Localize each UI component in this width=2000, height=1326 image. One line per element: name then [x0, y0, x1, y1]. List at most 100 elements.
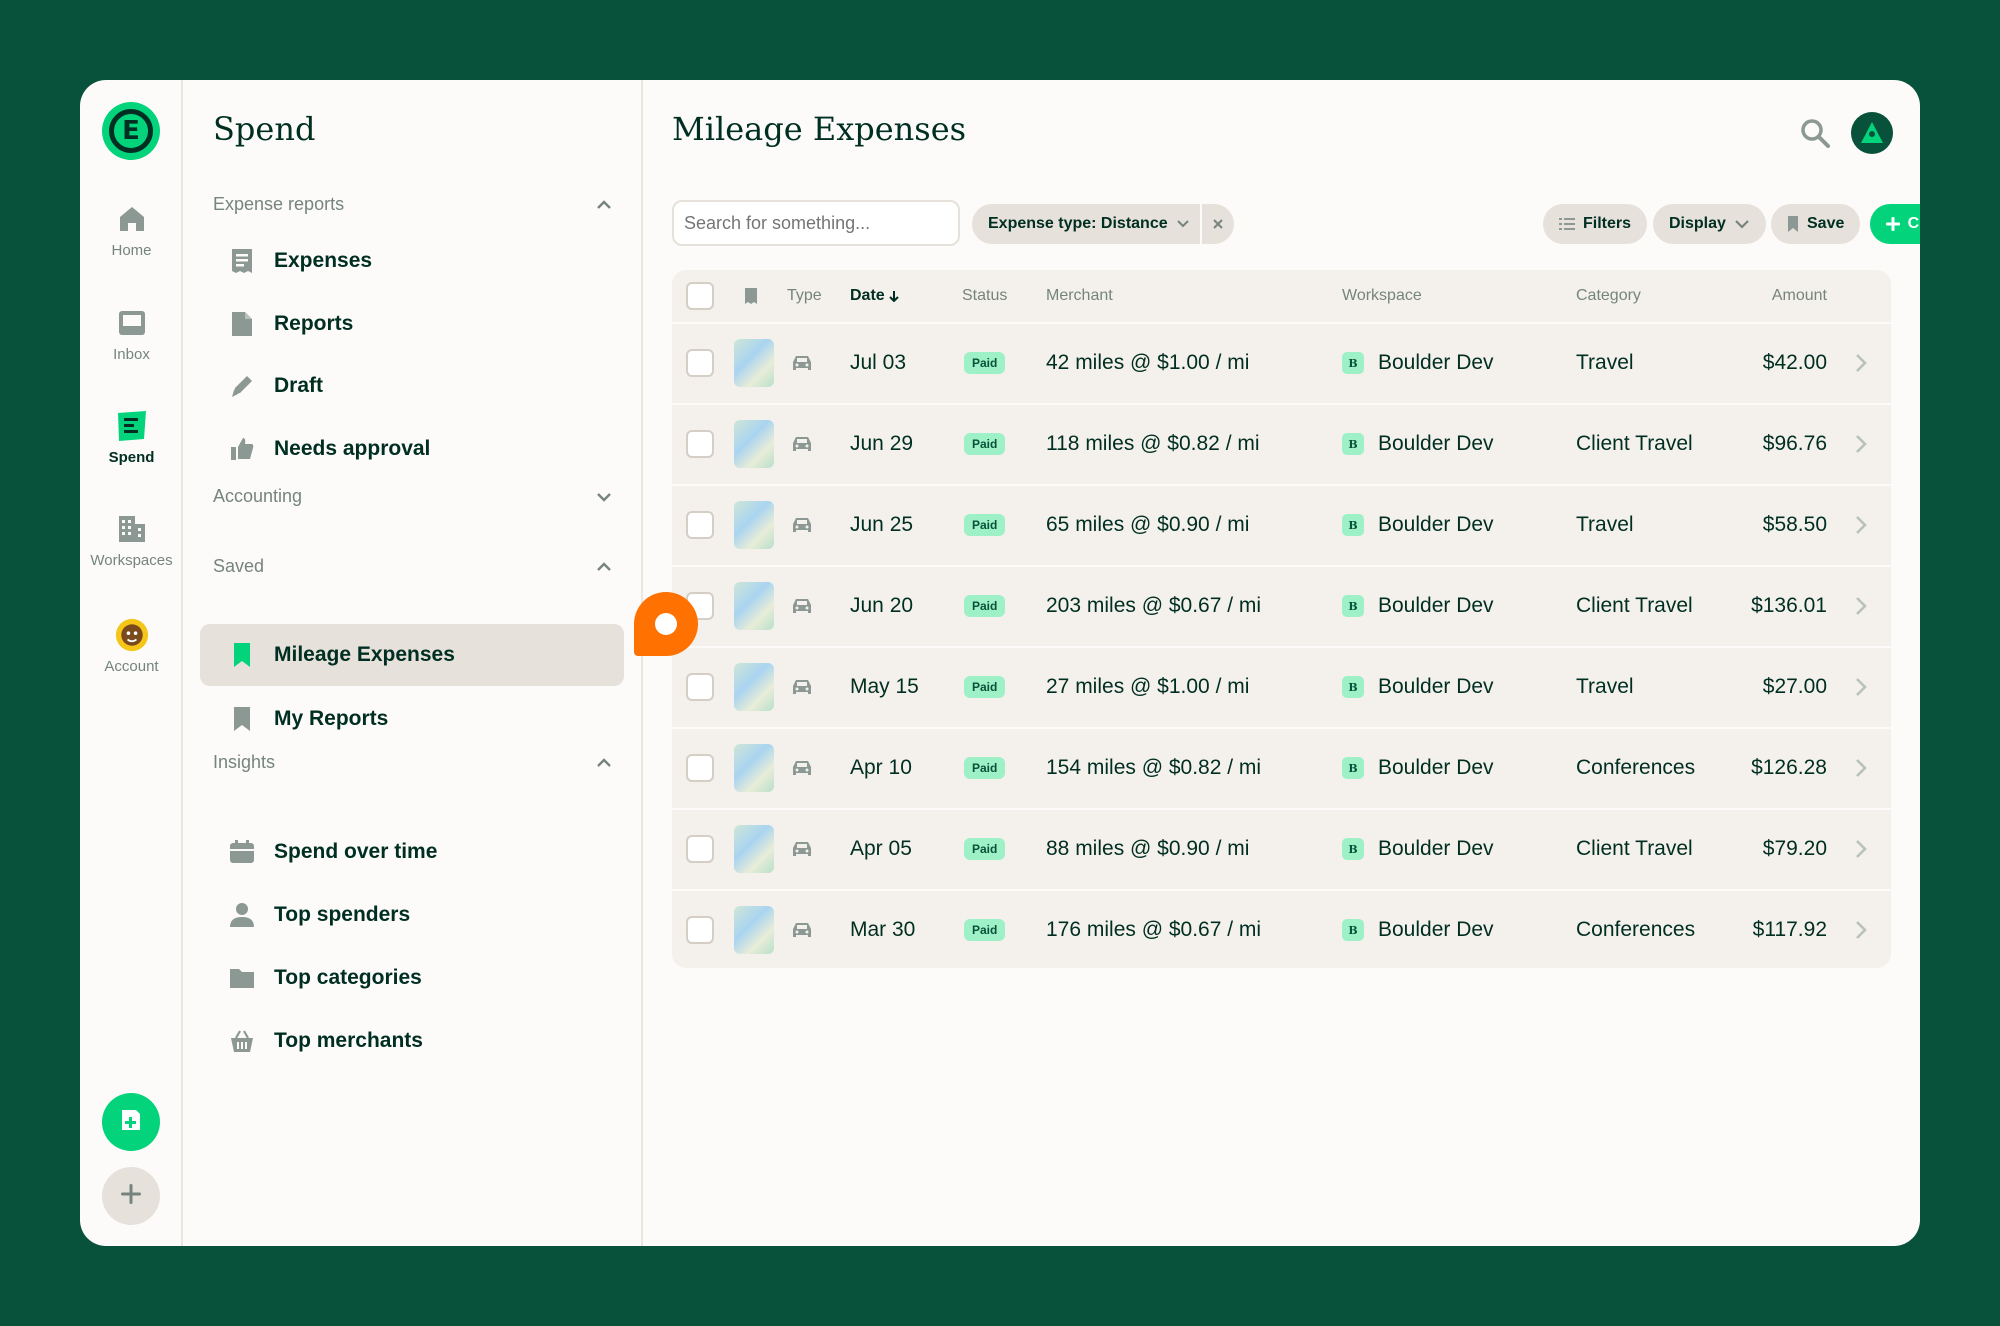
column-type[interactable]: Type: [787, 270, 822, 322]
table-row[interactable]: Jul 03 Paid 42 miles @ $1.00 / mi B Boul…: [672, 322, 1891, 402]
chevron-right-icon[interactable]: [1855, 324, 1867, 402]
search-icon[interactable]: [1798, 116, 1832, 150]
column-workspace[interactable]: Workspace: [1342, 270, 1422, 322]
map-thumbnail: [734, 663, 774, 711]
section-accounting[interactable]: Accounting: [213, 486, 613, 507]
table-row[interactable]: Jun 29 Paid 118 miles @ $0.82 / mi B Bou…: [672, 403, 1891, 483]
chevron-right-icon[interactable]: [1855, 891, 1867, 969]
section-insights[interactable]: Insights: [213, 752, 613, 773]
status-badge: Paid: [964, 352, 1006, 374]
row-amount: $117.92: [1752, 918, 1827, 941]
chevron-right-icon[interactable]: [1855, 648, 1867, 726]
row-merchant: 65 miles @ $0.90 / mi: [1046, 513, 1250, 536]
row-merchant: 88 miles @ $0.90 / mi: [1046, 837, 1250, 860]
chevron-right-icon[interactable]: [1855, 729, 1867, 807]
expensify-logo-icon[interactable]: E: [102, 102, 160, 160]
workspace-icon: B: [1342, 757, 1364, 779]
search-input[interactable]: [672, 200, 960, 246]
chevron-right-icon[interactable]: [1855, 486, 1867, 564]
pencil-icon: [228, 372, 256, 400]
map-thumbnail: [734, 582, 774, 630]
row-checkbox[interactable]: [686, 349, 714, 377]
rail-label-spend: Spend: [108, 449, 155, 466]
expenses-table: Type Date Status Merchant Workspace Cate…: [672, 270, 1891, 968]
row-checkbox[interactable]: [686, 916, 714, 944]
sidebar-item-label: Spend over time: [274, 840, 438, 863]
row-workspace: Boulder Dev: [1378, 594, 1494, 617]
sidebar-item-draft[interactable]: Draft: [200, 355, 624, 417]
user-avatar[interactable]: [1851, 112, 1893, 154]
sidebar-item-mileage-expenses[interactable]: Mileage Expenses: [200, 624, 624, 686]
table-row[interactable]: Mar 30 Paid 176 miles @ $0.67 / mi B Bou…: [672, 889, 1891, 969]
sidebar-item-needs-approval[interactable]: Needs approval: [200, 418, 624, 480]
receipt-icon: [115, 409, 149, 443]
chevron-right-icon[interactable]: [1855, 810, 1867, 888]
section-label: Insights: [213, 752, 276, 772]
create-button[interactable]: Create: [1870, 204, 1920, 244]
sidebar-item-label: Mileage Expenses: [274, 643, 455, 666]
chevron-right-icon[interactable]: [1855, 567, 1867, 645]
row-checkbox[interactable]: [686, 754, 714, 782]
row-checkbox[interactable]: [686, 835, 714, 863]
column-category[interactable]: Category: [1576, 270, 1641, 322]
row-workspace: Boulder Dev: [1378, 918, 1494, 941]
new-expense-button[interactable]: [102, 1093, 160, 1151]
rail-item-home[interactable]: Home: [80, 202, 183, 259]
row-checkbox[interactable]: [686, 673, 714, 701]
column-amount[interactable]: Amount: [1772, 270, 1827, 322]
map-thumbnail: [734, 906, 774, 954]
row-checkbox[interactable]: [686, 430, 714, 458]
rail-label-inbox: Inbox: [113, 346, 150, 363]
row-date: Jun 20: [850, 594, 914, 617]
car-icon: [790, 810, 814, 888]
column-date[interactable]: Date: [850, 270, 899, 322]
row-date: Apr 10: [850, 756, 912, 779]
row-merchant: 154 miles @ $0.82 / mi: [1046, 756, 1262, 779]
table-row[interactable]: Apr 05 Paid 88 miles @ $0.90 / mi B Boul…: [672, 808, 1891, 888]
add-button[interactable]: [102, 1167, 160, 1225]
row-checkbox[interactable]: [686, 511, 714, 539]
row-category: Travel: [1576, 351, 1634, 374]
chevron-down-icon: [597, 492, 611, 502]
rail-item-workspaces[interactable]: Workspaces: [80, 512, 183, 569]
sidebar-item-spend-over-time[interactable]: Spend over time: [200, 821, 624, 883]
status-badge: Paid: [964, 595, 1006, 617]
display-button[interactable]: Display: [1653, 204, 1766, 244]
rail-item-spend[interactable]: Spend: [80, 409, 183, 466]
section-expense-reports[interactable]: Expense reports: [213, 194, 613, 215]
table-row[interactable]: Jun 20 Paid 203 miles @ $0.67 / mi B Bou…: [672, 565, 1891, 645]
nav-rail: E Home Inbox Spend Workspaces Account: [80, 80, 183, 1246]
row-merchant: 118 miles @ $0.82 / mi: [1046, 432, 1260, 455]
rail-item-account[interactable]: Account: [80, 618, 183, 675]
sidebar-item-label: Expenses: [274, 249, 373, 272]
select-all-checkbox[interactable]: [686, 282, 714, 310]
section-label: Expense reports: [213, 194, 345, 214]
rail-item-inbox[interactable]: Inbox: [80, 306, 183, 363]
table-row[interactable]: Apr 10 Paid 154 miles @ $0.82 / mi B Bou…: [672, 727, 1891, 807]
section-saved[interactable]: Saved: [213, 556, 613, 577]
sidebar-item-expenses[interactable]: Expenses: [200, 230, 624, 292]
workspace-icon: B: [1342, 919, 1364, 941]
table-row[interactable]: May 15 Paid 27 miles @ $1.00 / mi B Boul…: [672, 646, 1891, 726]
sidebar-item-label: Draft: [274, 374, 324, 397]
column-merchant[interactable]: Merchant: [1046, 270, 1113, 322]
chevron-right-icon[interactable]: [1855, 405, 1867, 483]
chevron-down-icon: [1734, 216, 1750, 232]
sidebar-item-top-categories[interactable]: Top categories: [200, 947, 624, 1009]
close-icon[interactable]: [1202, 204, 1234, 244]
sidebar-item-my-reports[interactable]: My Reports: [200, 688, 624, 750]
sidebar-item-top-spenders[interactable]: Top spenders: [200, 884, 624, 946]
rail-label-home: Home: [111, 242, 152, 259]
table-row[interactable]: Jun 25 Paid 65 miles @ $0.90 / mi B Boul…: [672, 484, 1891, 564]
chevron-up-icon: [597, 199, 611, 209]
folder-icon: [228, 964, 256, 992]
bookmark-icon: [228, 705, 256, 733]
sidebar-item-reports[interactable]: Reports: [200, 293, 624, 355]
save-button[interactable]: Save: [1771, 204, 1861, 244]
row-amount: $126.28: [1751, 756, 1827, 779]
filters-button[interactable]: Filters: [1543, 204, 1648, 244]
status-badge: Paid: [964, 919, 1006, 941]
filter-chip-expense-type[interactable]: Expense type: Distance: [972, 204, 1234, 244]
sidebar-item-top-merchants[interactable]: Top merchants: [200, 1010, 624, 1072]
column-status[interactable]: Status: [962, 270, 1007, 322]
